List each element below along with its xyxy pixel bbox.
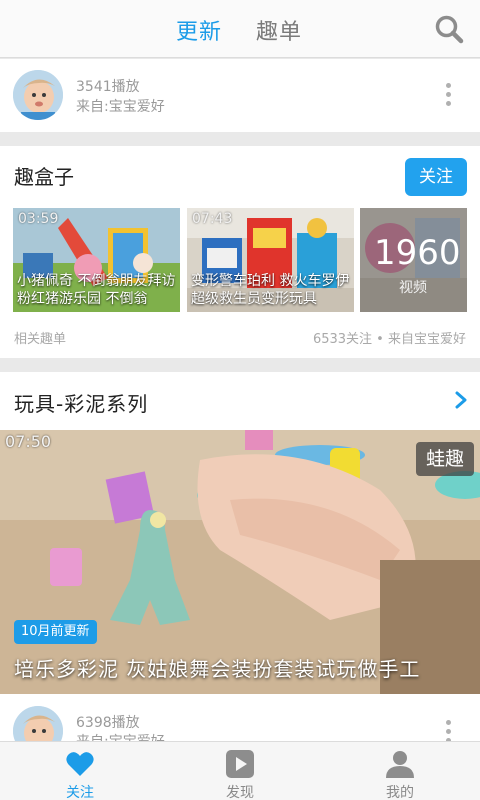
video-caption: 小猪佩奇 不倒翁朋友拜访粉红猪游乐园 不倒翁 bbox=[17, 273, 176, 307]
search-icon[interactable] bbox=[434, 14, 464, 44]
video-count: 1960 bbox=[374, 233, 461, 273]
nav-label: 关注 bbox=[66, 785, 94, 800]
video-count-label: 视频 bbox=[399, 280, 427, 296]
nav-discover[interactable]: 发现 bbox=[190, 742, 290, 800]
tab-update[interactable]: 更新 bbox=[176, 14, 222, 46]
video-duration: 07:43 bbox=[192, 211, 233, 227]
more-options-icon[interactable] bbox=[444, 720, 452, 741]
tab-fun-list[interactable]: 趣单 bbox=[256, 14, 302, 46]
top-bar: 更新 趣单 bbox=[0, 0, 480, 58]
video-title[interactable]: 培乐多彩泥 灰姑娘舞会装扮套装试玩做手工 bbox=[14, 653, 420, 682]
video-caption: 变形警车珀利 救火车罗伊 超级救生员变形玩具 bbox=[191, 273, 350, 307]
nav-follow[interactable]: 关注 bbox=[30, 742, 130, 800]
related-lists-link[interactable]: 相关趣单 bbox=[14, 328, 66, 347]
more-options-icon[interactable] bbox=[444, 83, 452, 109]
follow-button[interactable]: 关注 bbox=[405, 158, 467, 196]
section-title: 趣盒子 bbox=[14, 165, 74, 189]
author-card[interactable]: 6398播放 来自:宝宝爱好 bbox=[0, 694, 480, 741]
video-duration: 07:50 bbox=[5, 432, 52, 451]
nav-label: 我的 bbox=[386, 785, 414, 800]
source-label: 来自:宝宝爱好 bbox=[76, 731, 165, 741]
nav-label: 发现 bbox=[226, 785, 254, 800]
source-label: 来自:宝宝爱好 bbox=[76, 99, 165, 115]
play-count: 6398播放 bbox=[76, 715, 140, 731]
bottom-nav: 关注 发现 我的 bbox=[0, 741, 480, 800]
avatar[interactable] bbox=[13, 706, 63, 741]
avatar[interactable] bbox=[13, 70, 63, 120]
series-header[interactable]: 玩具-彩泥系列 bbox=[0, 372, 480, 430]
series-title: 玩具-彩泥系列 bbox=[14, 392, 149, 416]
play-count: 3541播放 bbox=[76, 79, 140, 95]
video-duration: 03:59 bbox=[18, 211, 59, 227]
channel-badge: 蛙趣 bbox=[415, 442, 474, 476]
person-icon bbox=[386, 751, 414, 778]
play-icon bbox=[226, 750, 254, 778]
video-thumbnail[interactable]: 07:43 变形警车珀利 救火车罗伊 超级救生员变形玩具 bbox=[187, 208, 354, 312]
more-videos-tile[interactable]: 1960 视频 bbox=[360, 208, 467, 312]
chevron-right-icon[interactable] bbox=[454, 390, 468, 410]
heart-icon bbox=[66, 752, 94, 776]
updated-badge: 10月前更新 bbox=[14, 620, 97, 644]
follow-stats: 6533关注 • 来自宝宝爱好 bbox=[312, 332, 466, 347]
video-thumbnail[interactable]: 03:59 小猪佩奇 不倒翁朋友拜访粉红猪游乐园 不倒翁 bbox=[13, 208, 180, 312]
nav-mine[interactable]: 我的 bbox=[350, 742, 450, 800]
author-card[interactable]: 3541播放 来自:宝宝爱好 bbox=[0, 59, 480, 132]
app-root: 更新 趣单 3541播放 来自:宝宝爱好 趣盒子 关注 03:59 小猪佩奇 不… bbox=[0, 0, 480, 800]
